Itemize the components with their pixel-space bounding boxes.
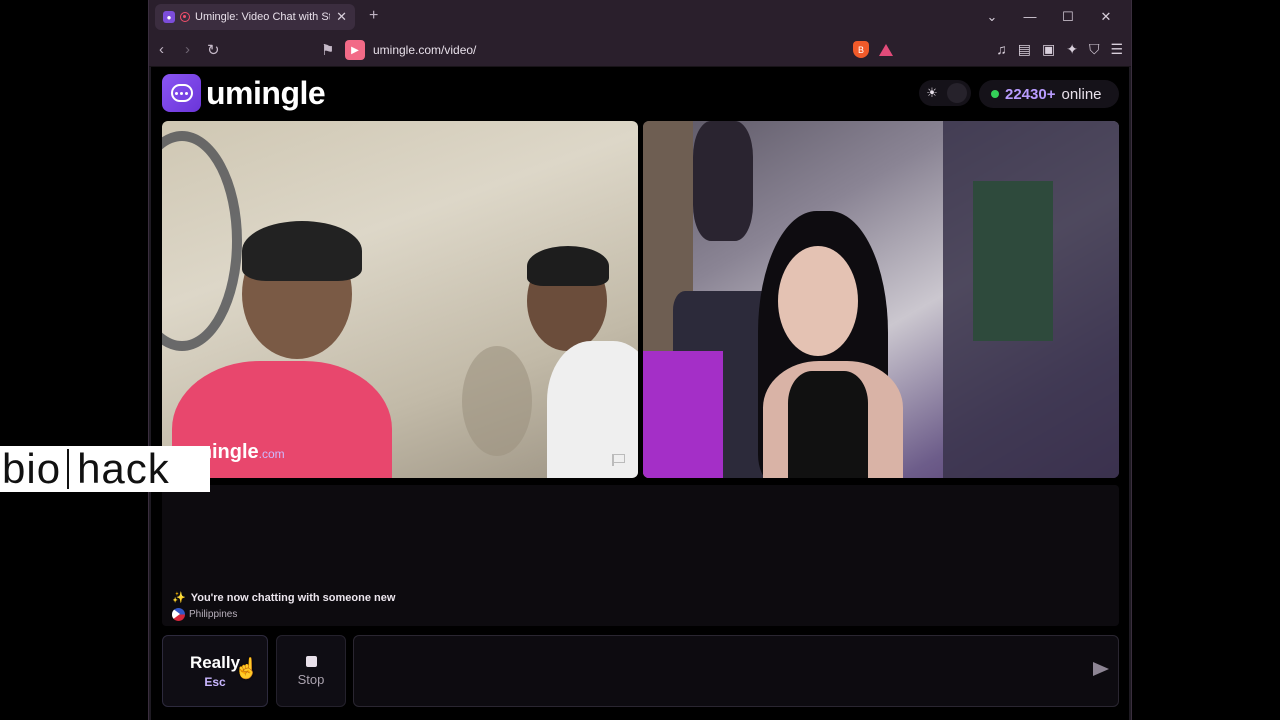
reload-icon[interactable]: ↻	[207, 41, 220, 59]
tab-search-chevron-icon[interactable]: ⌄	[973, 9, 1011, 25]
sun-icon: ☀	[926, 85, 938, 100]
minimize-icon[interactable]: —	[1011, 9, 1049, 24]
close-window-icon[interactable]: ✕	[1087, 9, 1125, 25]
vpn-icon[interactable]: ⛉	[1089, 41, 1100, 58]
new-tab-icon[interactable]: +	[369, 7, 378, 25]
forward-icon[interactable]: ›	[185, 41, 190, 58]
send-icon[interactable]	[1093, 662, 1109, 676]
site-header: umingle ☀ 22430+ online	[151, 67, 1129, 121]
page-content: umingle ☀ 22430+ online umingle.com ✨ Yo…	[151, 67, 1129, 720]
close-tab-icon[interactable]: ✕	[336, 9, 347, 25]
bookmark-icon[interactable]: ⚑	[321, 41, 334, 59]
brave-rewards-icon[interactable]	[879, 43, 893, 56]
menu-icon[interactable]: ☰	[1110, 41, 1123, 58]
navigation-bar: ‹ › ↻ ⚑ ▶ umingle.com/video/ B ♫ ▤ ▣ ✦ ⛉…	[149, 33, 1131, 67]
stop-button-label: Stop	[297, 671, 325, 687]
chat-bubble-icon	[162, 74, 201, 112]
maximize-icon[interactable]: ☐	[1049, 9, 1087, 25]
tab-umingle[interactable]: ● Umingle: Video Chat with Stra ✕	[155, 4, 355, 30]
philippines-flag-icon	[172, 608, 185, 621]
window-controls: ⌄ — ☐ ✕	[973, 0, 1125, 33]
message-input[interactable]	[353, 635, 1119, 707]
hand-cursor-icon: ☝	[234, 658, 259, 680]
sidebar-icon[interactable]: ▤	[1018, 41, 1031, 58]
online-label: online	[1061, 85, 1102, 103]
online-status-dot	[991, 90, 999, 98]
online-counter: 22430+ online	[979, 80, 1119, 108]
stop-icon	[305, 655, 317, 667]
skip-button-hint: Esc	[204, 675, 226, 689]
umingle-favicon-icon: ●	[163, 11, 175, 23]
back-icon[interactable]: ‹	[159, 41, 164, 58]
wallet-icon[interactable]: ▣	[1042, 41, 1055, 58]
extension-area: B	[853, 41, 893, 58]
site-logo[interactable]: umingle	[162, 74, 326, 112]
remote-video	[643, 121, 1119, 478]
camera-permission-icon[interactable]: ▶	[345, 40, 365, 60]
recording-icon	[180, 12, 190, 22]
logo-text: umingle	[206, 74, 326, 111]
theme-toggle[interactable]: ☀	[919, 80, 971, 106]
system-message: ✨ You're now chatting with someone new	[172, 591, 396, 605]
url-text[interactable]: umingle.com/video/	[373, 43, 476, 57]
toggle-knob	[947, 83, 967, 103]
local-video: umingle.com	[162, 121, 638, 478]
browser-window: ● Umingle: Video Chat with Stra ✕ + ⌄ — …	[148, 0, 1132, 720]
tab-bar: ● Umingle: Video Chat with Stra ✕ + ⌄ — …	[149, 0, 1131, 33]
biohack-overlay-logo: bio hack	[0, 446, 210, 492]
chat-controls: Really Esc Stop	[162, 635, 1119, 707]
stop-button[interactable]: Stop	[276, 635, 346, 707]
online-count: 22430+	[1005, 85, 1056, 103]
leo-ai-icon[interactable]: ✦	[1066, 41, 1078, 58]
partner-country: Philippines	[172, 608, 237, 621]
skip-button-label: Really	[189, 653, 241, 672]
media-icon[interactable]: ♫	[996, 41, 1007, 58]
chat-log: ✨ You're now chatting with someone new P…	[162, 485, 1119, 626]
report-flag-icon[interactable]	[612, 454, 626, 466]
brave-shields-icon[interactable]: B	[853, 41, 869, 58]
toolbar-icons: ♫ ▤ ▣ ✦ ⛉ ☰	[996, 41, 1123, 58]
address-bar[interactable]: ▶ umingle.com/video/	[345, 38, 915, 62]
tab-title: Umingle: Video Chat with Stra	[195, 11, 330, 23]
sparkle-icon: ✨	[172, 592, 186, 604]
